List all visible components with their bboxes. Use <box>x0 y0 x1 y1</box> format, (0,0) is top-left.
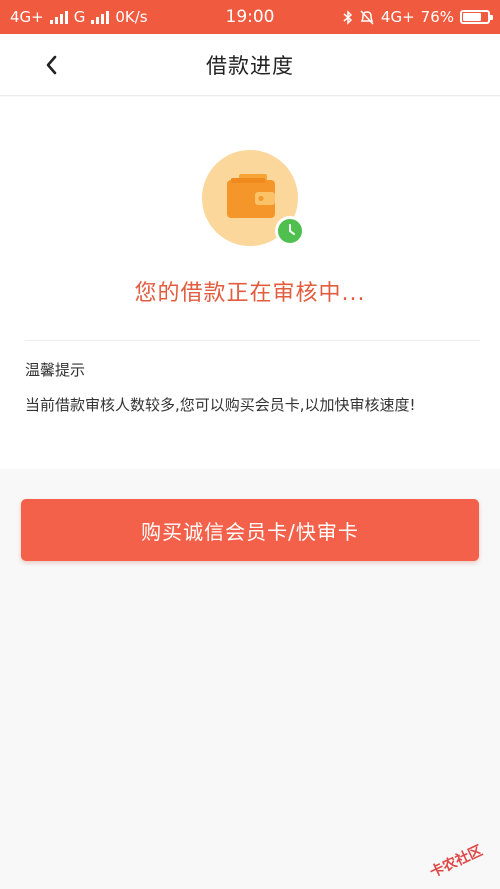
progress-card: 您的借款正在审核中... 温馨提示 当前借款审核人数较多,您可以购买会员卡,以加… <box>0 97 500 469</box>
wallet-icon <box>227 174 275 218</box>
network-label-1: 4G+ <box>10 8 44 26</box>
signal-icon <box>91 10 110 24</box>
watermark-text: 卡农社区 <box>427 842 486 881</box>
network-speed: 0K/s <box>115 8 148 26</box>
clock-icon <box>275 216 305 246</box>
status-bar: 4G+ G 0K/s 19:00 4G+ 76% <box>0 0 500 34</box>
watermark-logo: 卡农社区 <box>415 828 497 889</box>
status-bar-right: 4G+ 76% <box>343 8 493 26</box>
page-title: 借款进度 <box>206 53 294 78</box>
wallet-clock-icon <box>202 150 305 246</box>
nav-bar: 借款进度 <box>0 34 500 96</box>
tip-body: 当前借款审核人数较多,您可以购买会员卡,以加快审核速度! <box>25 396 416 414</box>
tip-title: 温馨提示 <box>25 361 86 379</box>
network-label-3: 4G+ <box>380 8 415 26</box>
alarm-off-icon <box>360 9 374 25</box>
battery-percent: 76% <box>420 8 454 26</box>
network-label-2: G <box>73 8 86 26</box>
divider <box>25 340 480 341</box>
chevron-left-icon <box>46 55 57 75</box>
battery-icon <box>460 10 493 24</box>
review-status-text: 您的借款正在审核中... <box>134 281 366 306</box>
status-bar-left: 4G+ G 0K/s <box>10 8 148 26</box>
signal-icon <box>49 10 68 24</box>
bluetooth-icon <box>343 9 353 25</box>
buy-membership-card-button[interactable]: 购买诚信会员卡/快审卡 <box>21 499 479 561</box>
back-button[interactable] <box>36 50 66 80</box>
battery-level <box>463 13 482 21</box>
